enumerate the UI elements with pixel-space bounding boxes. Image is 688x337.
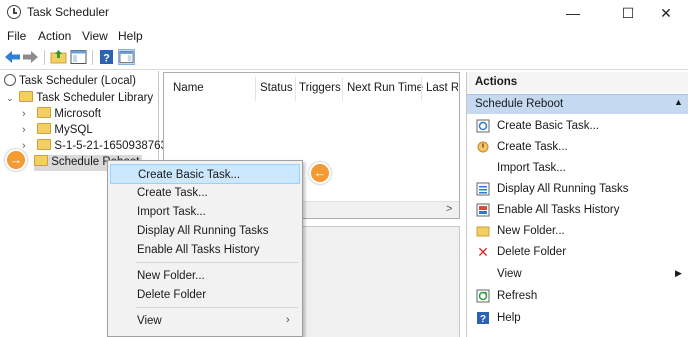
refresh-icon: [476, 289, 490, 303]
collapse-triangle-icon[interactable]: ▲: [674, 97, 683, 107]
window-title: Task Scheduler: [27, 5, 110, 19]
chevron-right-icon[interactable]: ›: [22, 108, 34, 120]
tree-library-label: Task Scheduler Library: [36, 92, 154, 104]
chevron-right-icon[interactable]: ›: [22, 124, 34, 136]
tree-library[interactable]: ⌄ Task Scheduler Library: [6, 91, 153, 107]
action-enable-tasks-history[interactable]: Enable All Tasks History: [467, 200, 688, 221]
column-separator: [421, 77, 422, 101]
up-folder-icon[interactable]: [50, 49, 67, 65]
context-item-delete-folder[interactable]: Delete Folder: [110, 285, 300, 305]
action-create-basic-task[interactable]: Create Basic Task...: [467, 116, 688, 137]
folder-icon: [37, 107, 52, 118]
toolbar-separator: [92, 50, 93, 65]
context-separator: [136, 307, 298, 308]
tree-item-sid[interactable]: › S-1-5-21-1650938763-: [22, 139, 171, 155]
context-item-enable-history[interactable]: Enable All Tasks History: [110, 240, 300, 260]
help-icon: ?: [476, 311, 490, 325]
menu-bar: File Action View Help: [0, 26, 688, 46]
forward-arrow-icon[interactable]: [22, 49, 39, 65]
chevron-right-icon[interactable]: ›: [22, 140, 34, 152]
toolbar-separator: [44, 50, 45, 65]
create-task-icon: [476, 140, 490, 154]
column-separator: [255, 77, 256, 101]
column-header-triggers[interactable]: Triggers: [299, 82, 341, 94]
close-button[interactable]: ✕: [643, 0, 688, 26]
actions-pane: Actions Schedule Reboot ▲ Create Basic T…: [466, 72, 688, 337]
column-header-status[interactable]: Status: [260, 82, 293, 94]
context-item-new-folder[interactable]: New Folder...: [110, 266, 300, 286]
show-hide-console-tree-icon[interactable]: [70, 49, 87, 65]
callout-right-arrow-icon: →: [5, 149, 27, 171]
create-basic-task-icon: [476, 119, 490, 133]
context-item-create-basic-task[interactable]: Create Basic Task...: [110, 164, 300, 184]
tree-root-label: Task Scheduler (Local): [19, 75, 136, 87]
column-separator: [295, 77, 296, 101]
new-folder-icon: [476, 224, 490, 238]
column-header-next-run-time[interactable]: Next Run Time: [347, 82, 423, 94]
action-help[interactable]: ? Help: [467, 308, 688, 329]
folder-icon: [37, 139, 52, 150]
tree-item-label: Microsoft: [54, 108, 102, 120]
delete-icon: ✕: [477, 244, 489, 260]
folder-clock-icon: [19, 91, 34, 102]
context-item-view[interactable]: View ›: [110, 311, 300, 331]
action-display-running-tasks[interactable]: Display All Running Tasks: [467, 179, 688, 200]
svg-text:?: ?: [103, 53, 110, 65]
context-menu: Create Basic Task... Create Task... Impo…: [107, 160, 303, 337]
action-new-folder[interactable]: New Folder...: [467, 221, 688, 242]
action-create-task[interactable]: Create Task...: [467, 137, 688, 158]
menu-help[interactable]: Help: [118, 29, 143, 43]
task-scheduler-clock-icon: [7, 5, 21, 19]
tree-root[interactable]: Task Scheduler (Local): [4, 74, 136, 90]
folder-icon: [37, 123, 52, 134]
actions-title: Actions: [467, 72, 688, 93]
context-separator: [136, 262, 298, 263]
show-hide-action-pane-icon[interactable]: [118, 49, 135, 65]
enable-history-icon: [476, 203, 490, 217]
action-delete-folder[interactable]: ✕ Delete Folder: [467, 242, 688, 263]
column-header-name[interactable]: Name: [173, 82, 204, 94]
action-refresh[interactable]: Refresh: [467, 286, 688, 307]
clock-icon: [4, 74, 16, 86]
minimize-button[interactable]: —: [550, 0, 596, 26]
context-item-view-label: View: [137, 315, 162, 327]
context-item-create-task[interactable]: Create Task...: [110, 183, 300, 203]
callout-left-arrow-icon: ←: [309, 162, 331, 184]
svg-text:?: ?: [480, 314, 486, 325]
tree-item-microsoft[interactable]: › Microsoft: [22, 107, 101, 123]
action-view[interactable]: View ▶: [467, 264, 688, 285]
back-arrow-icon[interactable]: [4, 49, 21, 65]
help-icon[interactable]: ?: [98, 49, 115, 65]
context-item-display-running-tasks[interactable]: Display All Running Tasks: [110, 221, 300, 241]
tree-item-label: S-1-5-21-1650938763-: [54, 140, 171, 152]
context-item-import-task[interactable]: Import Task...: [110, 202, 300, 222]
menu-view[interactable]: View: [82, 29, 108, 43]
toolbar: ?: [0, 46, 688, 70]
menu-file[interactable]: File: [7, 29, 26, 43]
column-header-last-run[interactable]: Last Ru: [426, 82, 458, 94]
action-import-task[interactable]: Import Task...: [467, 158, 688, 179]
submenu-arrow-icon: ▶: [675, 268, 682, 278]
scroll-right-arrow[interactable]: >: [446, 203, 452, 215]
chevron-down-icon[interactable]: ⌄: [6, 93, 16, 104]
menu-action[interactable]: Action: [38, 29, 71, 43]
actions-group-header[interactable]: Schedule Reboot ▲: [467, 94, 688, 114]
chevron-right-icon: ›: [286, 314, 290, 326]
actions-group-label: Schedule Reboot: [475, 98, 564, 110]
column-separator: [342, 77, 343, 101]
folder-icon: [34, 155, 48, 166]
display-running-tasks-icon: [476, 182, 490, 196]
tree-item-mysql[interactable]: › MySQL: [22, 123, 93, 139]
tree-item-label: MySQL: [54, 124, 93, 136]
title-bar: Task Scheduler — ☐ ✕: [0, 0, 688, 26]
